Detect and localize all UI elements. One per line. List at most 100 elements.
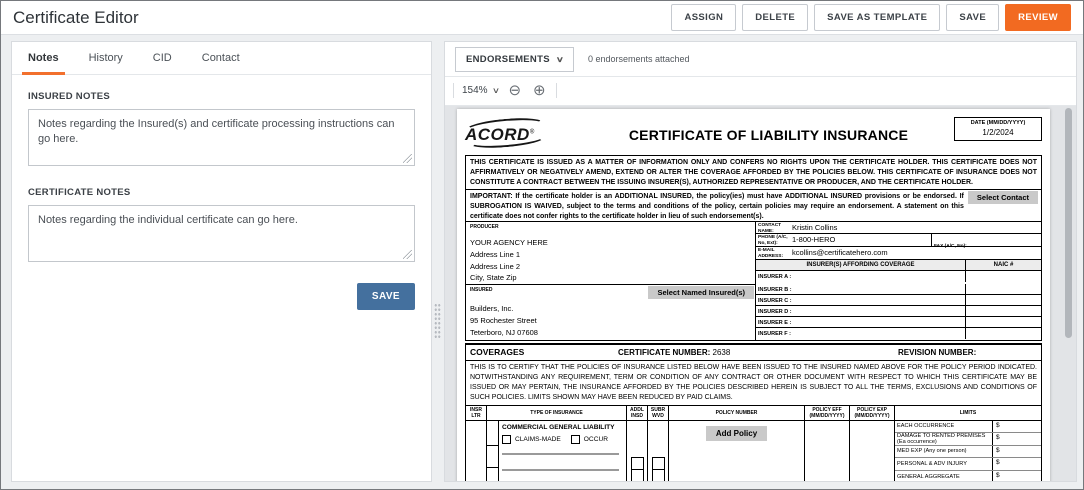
insurer-a-naic-cell bbox=[965, 271, 1041, 283]
limit-label: PERSONAL & ADV INJURY bbox=[897, 460, 967, 467]
blank-line bbox=[502, 468, 619, 471]
insured-notes-label: INSURED NOTES bbox=[28, 91, 111, 102]
acord-logo: ACORD® bbox=[464, 115, 583, 151]
limit-label: GENERAL AGGREGATE bbox=[897, 473, 960, 480]
insurer-c-label: INSURER C : bbox=[758, 298, 792, 305]
notes-body: INSURED NOTES Notes regarding the Insure… bbox=[12, 75, 431, 324]
insurer-row: INSURER A : bbox=[756, 271, 1041, 283]
certificate-number-value: 2638 bbox=[712, 348, 731, 358]
document-viewer[interactable]: ACORD® CERTIFICATE OF LIABILITY INSURANC… bbox=[445, 105, 1076, 481]
header-subr-wvd: SUBR WVD bbox=[648, 405, 669, 421]
zoom-toolbar: 154% ∨ ⊖ ⊕ bbox=[445, 76, 1076, 104]
disclaimer-text: THIS CERTIFICATE IS ISSUED AS A MATTER O… bbox=[465, 155, 1042, 191]
important-section: Select Contact IMPORTANT: If the certifi… bbox=[465, 190, 1042, 223]
document-header: ACORD® CERTIFICATE OF LIABILITY INSURANC… bbox=[464, 115, 1042, 155]
certificate-number: CERTIFICATE NUMBER: 2638 bbox=[618, 348, 838, 357]
endorsements-dropdown-button[interactable]: ENDORSEMENTS ∨ bbox=[455, 46, 574, 72]
zoom-level-value: 154% bbox=[462, 85, 488, 96]
viewer-scrollbar-thumb[interactable] bbox=[1065, 108, 1072, 338]
header-limits: LIMITS bbox=[895, 406, 1041, 421]
panel-resize-handle[interactable] bbox=[434, 303, 441, 339]
claims-made-checkbox[interactable] bbox=[502, 434, 511, 444]
endorsements-row: ENDORSEMENTS ∨ 0 endorsements attached bbox=[445, 42, 1076, 76]
notes-panel: Notes History CID Contact INSURED NOTES … bbox=[11, 41, 432, 482]
insurer-row: INSURER D : bbox=[756, 306, 1041, 318]
claims-made-label: CLAIMS-MADE bbox=[515, 435, 561, 443]
limit-value: $ bbox=[992, 458, 1041, 470]
header-policy-number: POLICY NUMBER bbox=[669, 405, 805, 421]
certificate-editor-window: Certificate Editor ASSIGN DELETE SAVE AS… bbox=[0, 0, 1084, 490]
insurer-row: INSURER B : bbox=[756, 284, 1041, 296]
limit-value: $ bbox=[992, 470, 1041, 481]
addl-box bbox=[630, 469, 644, 481]
zoom-in-button[interactable]: ⊕ bbox=[531, 83, 548, 98]
insr-ltr-cell bbox=[466, 420, 487, 481]
assign-button[interactable]: ASSIGN bbox=[671, 4, 737, 31]
top-bar-actions: ASSIGN DELETE SAVE AS TEMPLATE SAVE REVI… bbox=[671, 4, 1071, 31]
save-as-template-button[interactable]: SAVE AS TEMPLATE bbox=[814, 4, 941, 31]
occur-label: OCCUR bbox=[583, 435, 608, 443]
fax-label: FAX (A/C, No): bbox=[934, 244, 967, 250]
select-named-insureds-button[interactable]: Select Named Insured(s) bbox=[648, 286, 754, 300]
limit-value: $ bbox=[992, 433, 1041, 445]
type-sub-column bbox=[498, 420, 499, 481]
policy-number-cell: Add Policy bbox=[669, 420, 805, 481]
limit-value: $ bbox=[992, 445, 1041, 458]
gl-title: COMMERCIAL GENERAL LIABILITY bbox=[502, 423, 615, 431]
insured-notes-textarea[interactable]: Notes regarding the Insured(s) and certi… bbox=[28, 109, 415, 166]
certificate-number-label: CERTIFICATE NUMBER: bbox=[618, 348, 711, 358]
acord-certificate-page: ACORD® CERTIFICATE OF LIABILITY INSURANC… bbox=[457, 109, 1050, 481]
tab-notes[interactable]: Notes bbox=[22, 42, 65, 75]
delete-button[interactable]: DELETE bbox=[742, 4, 809, 31]
review-button[interactable]: REVIEW bbox=[1005, 4, 1071, 31]
add-policy-button[interactable]: Add Policy bbox=[705, 425, 768, 441]
contact-email-row: E-MAIL ADDRESS: kcollins@certificatehero… bbox=[756, 247, 1041, 261]
date-label: DATE (MM/DD/YYYY) bbox=[970, 120, 1026, 126]
important-text: IMPORTANT: If the certificate holder is … bbox=[470, 193, 964, 220]
phone-label: PHONE (A/C, No, Ext): bbox=[758, 235, 788, 246]
header-policy-eff: POLICY EFF (MM/DD/YYYY) bbox=[805, 405, 850, 421]
certificate-notes-textarea[interactable]: Notes regarding the individual certifica… bbox=[28, 205, 415, 262]
blank-line bbox=[502, 452, 619, 455]
limit-label: EACH OCCURRENCE bbox=[897, 423, 955, 430]
occur-checkbox[interactable] bbox=[570, 434, 580, 444]
contact-name-row: CONTACT NAME: Kristin Collins bbox=[756, 222, 1041, 235]
email-label: E-MAIL ADDRESS: bbox=[758, 248, 784, 259]
toolbar-separator bbox=[555, 83, 557, 98]
select-contact-button[interactable]: Select Contact bbox=[967, 191, 1038, 205]
insurer-row: INSURER C : bbox=[756, 295, 1041, 307]
general-liability-row: COMMERCIAL GENERAL LIABILITY CLAIMS-MADE… bbox=[466, 420, 1041, 481]
insurer-row: INSURER E : bbox=[756, 317, 1041, 329]
header-addl-insd: ADDL INSD bbox=[627, 405, 648, 421]
save-button[interactable]: SAVE bbox=[946, 4, 1000, 31]
insurer-row: INSURER F : bbox=[756, 328, 1041, 340]
chevron-down-icon: ∨ bbox=[555, 54, 565, 64]
policy-exp-cell bbox=[850, 420, 895, 481]
phone-value: 1-800-HERO bbox=[792, 235, 836, 245]
policy-table: INSR LTR TYPE OF INSURANCE ADDL INSD SUB… bbox=[465, 405, 1042, 481]
coverages-bar: COVERAGES CERTIFICATE NUMBER: 2638 REVIS… bbox=[465, 343, 1042, 362]
tab-contact[interactable]: Contact bbox=[202, 42, 240, 74]
producer-cell: PRODUCER YOUR AGENCY HERE Address Line 1… bbox=[466, 222, 755, 284]
contact-phone-row: PHONE (A/C, No, Ext): 1-800-HERO FAX (A/… bbox=[756, 234, 1041, 250]
zoom-level-dropdown[interactable]: 154% ∨ bbox=[462, 85, 500, 96]
limit-row: DAMAGE TO RENTED PREMISES (Ea occurrence… bbox=[895, 433, 1041, 446]
insurer-e-naic-cell bbox=[965, 317, 1041, 328]
zoom-out-button[interactable]: ⊖ bbox=[506, 83, 523, 98]
coverages-title: COVERAGES bbox=[470, 347, 525, 358]
producer-contact-grid: PRODUCER YOUR AGENCY HERE Address Line 1… bbox=[465, 222, 1042, 342]
subr-wvd-cell bbox=[648, 420, 669, 481]
insurer-a-label: INSURER A : bbox=[758, 274, 792, 281]
tab-cid[interactable]: CID bbox=[153, 42, 172, 74]
certify-text: THIS IS TO CERTIFY THAT THE POLICIES OF … bbox=[465, 361, 1042, 406]
producer-label: PRODUCER bbox=[470, 224, 499, 231]
chevron-down-icon: ∨ bbox=[491, 86, 500, 95]
notes-save-button[interactable]: SAVE bbox=[356, 283, 415, 310]
email-value: kcollins@certificatehero.com bbox=[792, 248, 888, 258]
tab-history[interactable]: History bbox=[89, 42, 123, 74]
page-title: Certificate Editor bbox=[13, 7, 139, 27]
notes-panel-tabs: Notes History CID Contact bbox=[12, 42, 431, 75]
insured-cell: INSURED Select Named Insured(s) Builders… bbox=[466, 284, 755, 340]
insurer-c-naic-cell bbox=[965, 295, 1041, 306]
policy-eff-cell bbox=[805, 420, 850, 481]
